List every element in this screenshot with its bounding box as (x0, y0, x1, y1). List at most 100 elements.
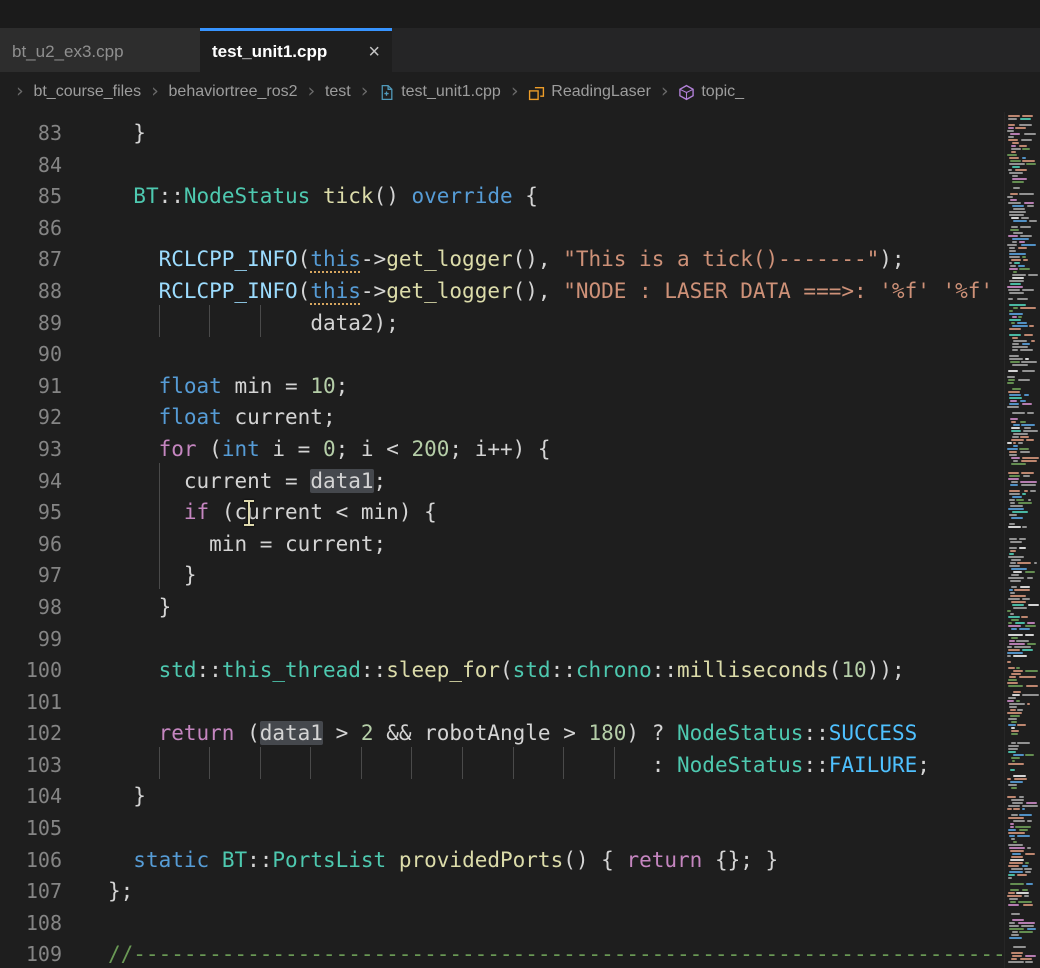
line-number[interactable]: 104 (0, 781, 62, 813)
minimap-line (1026, 685, 1038, 687)
code-line[interactable]: 91 float min = 10; (0, 371, 1005, 403)
minimap-line (1011, 727, 1014, 729)
minimap-line (1013, 433, 1028, 435)
minimap-line (1008, 877, 1012, 879)
tab-bt-u2-ex3[interactable]: bt_u2_ex3.cpp (0, 28, 200, 72)
minimap[interactable] (1004, 112, 1040, 968)
line-number[interactable]: 86 (0, 213, 62, 245)
line-number[interactable]: 95 (0, 497, 62, 529)
code-line[interactable]: 102 return (data1 > 2 && robotAngle > 18… (0, 718, 1005, 750)
breadcrumb-item-behaviortree-ros2[interactable]: behaviortree_ros2 (167, 83, 300, 101)
line-number[interactable]: 91 (0, 371, 62, 403)
minimap-line (1009, 280, 1023, 282)
code-line[interactable]: 86 (0, 213, 1005, 245)
breadcrumb-item-test[interactable]: test (323, 83, 353, 101)
line-number[interactable]: 102 (0, 718, 62, 750)
breadcrumb-item-topic[interactable]: topic_ (676, 83, 746, 101)
code-line[interactable]: 101 (0, 687, 1005, 719)
code-line[interactable]: 97 } (0, 560, 1005, 592)
code-line[interactable]: 85 BT::NodeStatus tick() override { (0, 181, 1005, 213)
code-line[interactable]: 94 current = data1; (0, 466, 1005, 498)
editor[interactable]: 83 }8485 BT::NodeStatus tick() override … (0, 112, 1040, 968)
code-line[interactable]: 88 RCLCPP_INFO(this->get_logger(), "NODE… (0, 276, 1005, 308)
line-number[interactable]: 97 (0, 560, 62, 592)
code-line[interactable]: 99 (0, 624, 1005, 656)
breadcrumb-item-bt-course-files[interactable]: bt_course_files (31, 83, 143, 101)
line-number[interactable]: 100 (0, 655, 62, 687)
minimap-line (1009, 706, 1017, 708)
minimap-line (1010, 502, 1014, 504)
line-number[interactable]: 92 (0, 402, 62, 434)
line-number[interactable]: 103 (0, 750, 62, 782)
minimap-line (1020, 451, 1030, 453)
code-line[interactable]: 93 for (int i = 0; i < 200; i++) { (0, 434, 1005, 466)
minimap-line (1009, 547, 1017, 549)
minimap-line (1022, 598, 1031, 600)
line-number[interactable]: 89 (0, 308, 62, 340)
code-line[interactable]: 105 (0, 813, 1005, 845)
minimap-line (1010, 550, 1017, 552)
minimap-line (1019, 796, 1024, 798)
minimap-line (1012, 388, 1021, 390)
line-text: RCLCPP_INFO(this->get_logger(), "This is… (108, 244, 905, 276)
line-text: for (int i = 0; i < 200; i++) { (108, 434, 551, 466)
minimap-line (1013, 187, 1020, 189)
minimap-line (1011, 439, 1025, 441)
minimap-line (1025, 862, 1029, 864)
breadcrumb-item-file[interactable]: test_unit1.cpp (376, 83, 503, 101)
line-number[interactable]: 94 (0, 466, 62, 498)
code-line[interactable]: 98 } (0, 592, 1005, 624)
code-line[interactable]: 100 std::this_thread::sleep_for(std::chr… (0, 655, 1005, 687)
line-number[interactable]: 106 (0, 845, 62, 877)
breadcrumb-item-readinglaser[interactable]: ReadingLaser (526, 83, 653, 101)
line-number[interactable]: 98 (0, 592, 62, 624)
code-line[interactable]: 108 (0, 908, 1005, 940)
line-number[interactable]: 87 (0, 244, 62, 276)
minimap-line (1008, 649, 1019, 651)
minimap-line (1012, 694, 1020, 696)
close-icon[interactable]: × (368, 42, 380, 62)
minimap-line (1008, 829, 1015, 831)
code-line[interactable]: 104 } (0, 781, 1005, 813)
line-number[interactable]: 96 (0, 529, 62, 561)
code-line[interactable]: 107}; (0, 876, 1005, 908)
minimap-line (1007, 655, 1010, 657)
code-line[interactable]: 89 data2); (0, 308, 1005, 340)
code-lines[interactable]: 83 }8485 BT::NodeStatus tick() override … (0, 118, 1005, 968)
minimap-line (1012, 205, 1024, 207)
code-line[interactable]: 106 static BT::PortsList providedPorts()… (0, 845, 1005, 877)
code-line[interactable]: 103 : NodeStatus::FAILURE; (0, 750, 1005, 782)
code-line[interactable]: 84 (0, 150, 1005, 182)
line-number[interactable]: 105 (0, 813, 62, 845)
code-line[interactable]: 95 if (current < min) { (0, 497, 1005, 529)
line-number[interactable]: 83 (0, 118, 62, 150)
minimap-line (1027, 622, 1035, 624)
line-number[interactable]: 109 (0, 939, 62, 968)
line-number[interactable]: 90 (0, 339, 62, 371)
code-line[interactable]: 87 RCLCPP_INFO(this->get_logger(), "This… (0, 244, 1005, 276)
minimap-line (1011, 481, 1018, 483)
line-number[interactable]: 108 (0, 908, 62, 940)
line-text: min = current; (108, 529, 386, 561)
code-line[interactable]: 96 min = current; (0, 529, 1005, 561)
minimap-line (1008, 961, 1024, 963)
line-number[interactable]: 107 (0, 876, 62, 908)
line-number[interactable]: 99 (0, 624, 62, 656)
minimap-line (1022, 148, 1030, 150)
minimap-line (1027, 703, 1030, 705)
code-line[interactable]: 83 } (0, 118, 1005, 150)
minimap-line (1021, 244, 1037, 246)
line-number[interactable]: 84 (0, 150, 62, 182)
minimap-line (1011, 601, 1027, 603)
minimap-line (1009, 214, 1024, 216)
code-line[interactable]: 109//-----------------------------------… (0, 939, 1005, 968)
line-number[interactable]: 93 (0, 434, 62, 466)
code-line[interactable]: 92 float current; (0, 402, 1005, 434)
line-number[interactable]: 85 (0, 181, 62, 213)
line-number[interactable]: 88 (0, 276, 62, 308)
code-line[interactable]: 90 (0, 339, 1005, 371)
line-number[interactable]: 101 (0, 687, 62, 719)
minimap-line (1009, 925, 1019, 927)
tab-test-unit1[interactable]: test_unit1.cpp × (200, 28, 392, 72)
minimap-line (1026, 163, 1035, 165)
